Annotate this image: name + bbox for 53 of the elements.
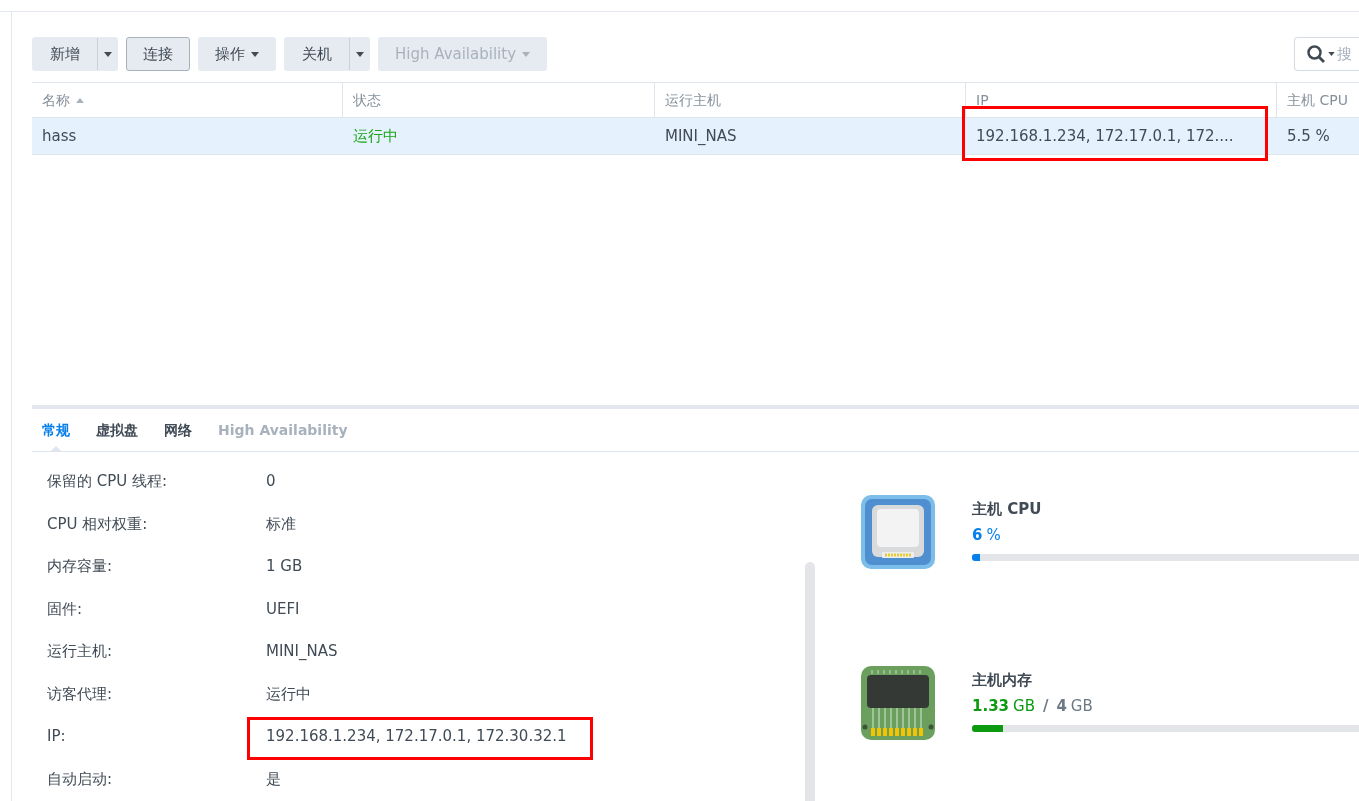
table-cell-text: 192.168.1.234, 172.17.0.1, 172.... xyxy=(976,125,1234,147)
property-label: 运行主机: xyxy=(47,641,114,662)
memory-chip-icon xyxy=(860,665,936,741)
column-header[interactable]: IP xyxy=(966,83,1277,117)
table-cell-text: MINI_NAS xyxy=(665,125,737,147)
table-cell-text: hass xyxy=(42,125,77,147)
caret-icon xyxy=(103,51,112,57)
toolbar-button[interactable]: 连接 xyxy=(126,37,190,71)
meter-total: 4 xyxy=(1056,696,1067,717)
table-cell-text: 运行中 xyxy=(353,125,398,147)
meter-title: 主机内存 xyxy=(972,670,1033,691)
property-label: 自动启动: xyxy=(47,768,114,790)
meter-unit: % xyxy=(986,525,1001,546)
property-label: 保留的 CPU 线程: xyxy=(47,471,169,492)
property-label: CPU 相对权重: xyxy=(47,513,149,535)
caret-icon xyxy=(251,51,259,57)
sort-arrow-icon xyxy=(76,97,84,103)
search-field[interactable]: 搜 xyxy=(1337,37,1359,71)
search-button[interactable] xyxy=(1294,37,1337,71)
tab[interactable]: 虚拟盘 xyxy=(86,409,148,451)
tab[interactable]: 网络 xyxy=(154,409,202,451)
scrollbar[interactable] xyxy=(805,562,815,801)
table-row[interactable]: hass 运行中 MINI_NAS 192.168.1.234, 172.17.0.1, 172.... 5.5 % xyxy=(32,118,1359,155)
cpu-chip-icon xyxy=(860,494,936,570)
property-value: 0 xyxy=(266,472,276,490)
caret-icon xyxy=(522,51,530,57)
caret-icon xyxy=(1328,52,1335,56)
property-value: 是 xyxy=(266,769,281,788)
property-value: MINI_NAS xyxy=(266,642,338,660)
property-value: 1 GB xyxy=(266,557,303,575)
meter-unit: GB xyxy=(1070,696,1093,717)
property-value: 标准 xyxy=(266,514,296,533)
caret-icon xyxy=(355,51,364,57)
meter-value: 6 xyxy=(972,525,983,546)
tab[interactable]: 常规 xyxy=(32,409,80,451)
property-label: IP: xyxy=(47,726,67,747)
property-label: 固件: xyxy=(47,598,84,620)
search-icon xyxy=(1307,45,1325,63)
toolbar-button[interactable]: 操作 xyxy=(198,37,276,71)
meter-title: 主机 CPU xyxy=(972,499,1043,520)
property-label: 内存容量: xyxy=(47,556,114,577)
property-label: 访客代理: xyxy=(47,683,114,705)
meter-value: 1.33 xyxy=(972,696,1009,717)
table-cell-text: 5.5 % xyxy=(1287,125,1330,147)
column-header[interactable]: 名称 xyxy=(32,83,343,117)
property-value: 192.168.1.234, 172.17.0.1, 172.30.32.1 xyxy=(266,727,567,745)
property-value: 运行中 xyxy=(266,684,311,703)
column-header[interactable]: 主机 CPU xyxy=(1277,83,1359,117)
column-header[interactable]: 状态 xyxy=(343,83,655,117)
property-value: UEFI xyxy=(266,599,300,618)
column-header[interactable]: 运行主机 xyxy=(655,83,966,117)
meter-unit: GB xyxy=(1013,696,1035,717)
separator: / xyxy=(1042,696,1049,717)
